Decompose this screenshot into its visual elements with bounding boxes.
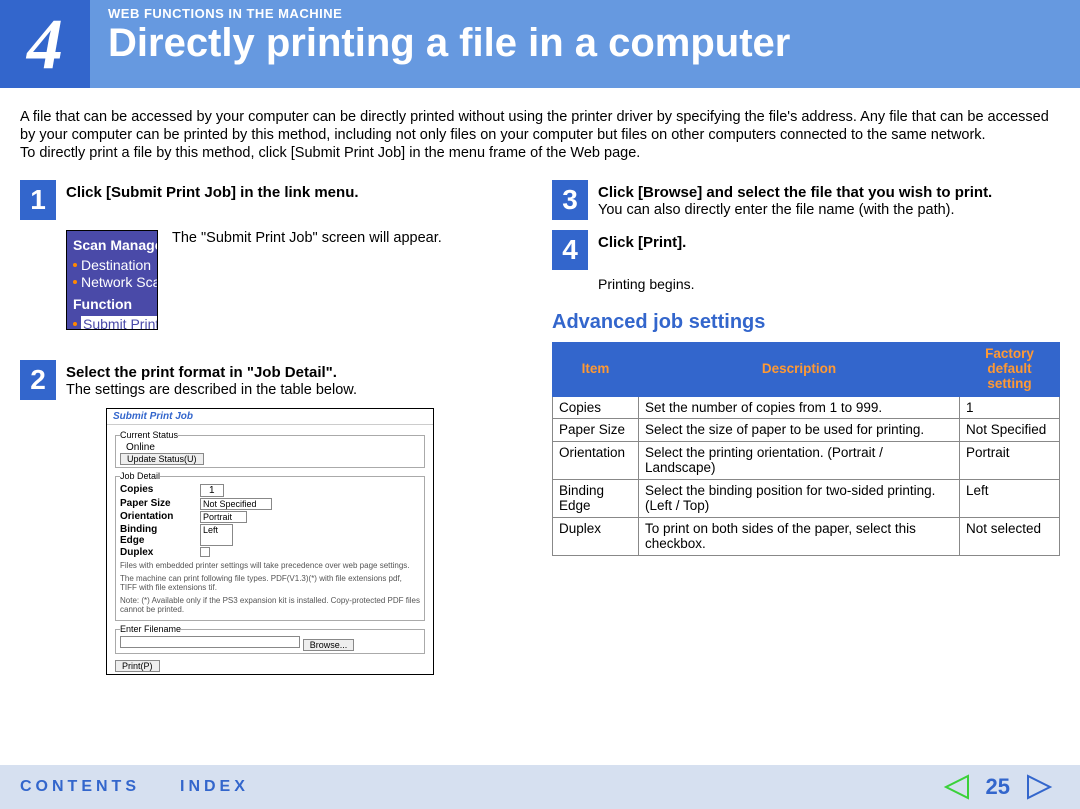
thumbnail-submit-print-job: Submit Print Job Current Status Online U… — [106, 408, 434, 675]
footer-bar: CONTENTS INDEX 25 — [0, 765, 1080, 809]
step-1: 1 Click [Submit Print Job] in the link m… — [20, 180, 520, 220]
intro-paragraph: A file that can be accessed by your comp… — [20, 108, 1060, 162]
page-title: Directly printing a file in a computer — [108, 21, 790, 66]
step-4: 4 Click [Print]. — [552, 230, 1060, 270]
contents-link[interactable]: CONTENTS — [20, 778, 140, 796]
chapter-header: 4 WEB FUNCTIONS IN THE MACHINE Directly … — [0, 0, 1080, 88]
thumb2-online: Online — [120, 442, 420, 453]
thumb2-current-status: Current Status — [120, 430, 178, 440]
step-2: 2 Select the print format in "Job Detail… — [20, 360, 520, 400]
thumb2-update-status: Update Status(U) — [120, 453, 204, 465]
step-title-1: Click [Submit Print Job] in the link men… — [66, 180, 359, 202]
prev-page-arrow-icon[interactable] — [942, 774, 972, 800]
thumb2-papersize-value: Not Specified — [200, 498, 272, 510]
thumb2-browse: Browse... — [303, 639, 355, 651]
page-number: 25 — [986, 774, 1010, 800]
thumb2-enter-filename: Enter Filename — [120, 624, 181, 634]
thumb-submit-print-job: Submit Print Job — [81, 316, 158, 330]
settings-table: Item Description Factory default setting… — [552, 342, 1060, 556]
thumbnail-link-menu: Scan Management Destination Network Scan… — [66, 230, 158, 330]
th-desc: Description — [639, 343, 960, 397]
step-3: 3 Click [Browse] and select the file tha… — [552, 180, 1060, 220]
thumb2-note3: Note: (*) Available only if the PS3 expa… — [120, 597, 420, 615]
step-body-2: The settings are described in the table … — [66, 382, 357, 398]
thumb2-note2: The machine can print following file typ… — [120, 575, 420, 593]
thumb-function: Function — [73, 296, 158, 312]
table-row: Paper SizeSelect the size of paper to be… — [553, 419, 1060, 442]
thumb2-orientation-value: Portrait — [200, 511, 247, 523]
thumb2-note1: Files with embedded printer settings wil… — [120, 562, 420, 571]
step-number-2: 2 — [20, 360, 56, 400]
table-row: DuplexTo print on both sides of the pape… — [553, 517, 1060, 555]
thumb2-papersize-label: Paper Size — [120, 498, 180, 510]
thumb2-duplex-label: Duplex — [120, 547, 180, 558]
thumb2-binding-label: Binding Edge — [120, 524, 180, 546]
thumb2-duplex-check — [200, 547, 210, 557]
step-number-1: 1 — [20, 180, 56, 220]
thumb2-copies-value: 1 — [200, 484, 224, 497]
step-title-2: Select the print format in "Job Detail". — [66, 360, 357, 382]
thumb2-copies-label: Copies — [120, 484, 180, 497]
chapter-number: 4 — [27, 3, 63, 86]
thumb2-binding-value: Left — [200, 524, 233, 546]
th-factory: Factory default setting — [960, 343, 1060, 397]
section-label: WEB FUNCTIONS IN THE MACHINE — [108, 6, 790, 21]
header-text: WEB FUNCTIONS IN THE MACHINE Directly pr… — [90, 0, 790, 88]
step-number-4: 4 — [552, 230, 588, 270]
table-row: Binding EdgeSelect the binding position … — [553, 479, 1060, 517]
step-number-3: 3 — [552, 180, 588, 220]
thumb-network-scanning: Network Scanning — [81, 274, 158, 290]
step-body-3: You can also directly enter the file nam… — [598, 202, 992, 218]
step-body-1: The "Submit Print Job" screen will appea… — [172, 230, 442, 246]
th-item: Item — [553, 343, 639, 397]
chapter-number-box: 4 — [0, 0, 90, 88]
thumb2-job-detail: Job Detail — [120, 471, 160, 481]
next-page-arrow-icon[interactable] — [1024, 774, 1054, 800]
thumb-destination: Destination — [81, 257, 151, 273]
thumbnail-link-menu-content: Scan Management Destination Network Scan… — [67, 231, 158, 330]
thumb2-orientation-label: Orientation — [120, 511, 180, 523]
table-row: OrientationSelect the printing orientati… — [553, 441, 1060, 479]
step-title-3: Click [Browse] and select the file that … — [598, 180, 992, 202]
index-link[interactable]: INDEX — [180, 778, 249, 796]
step-title-4: Click [Print]. — [598, 230, 686, 252]
thumb2-title: Submit Print Job — [107, 409, 433, 425]
thumb2-filename-input — [120, 636, 300, 648]
step-body-4: Printing begins. — [598, 276, 1060, 293]
thumb-scan-mgmt: Scan Management — [73, 237, 158, 253]
advanced-settings-heading: Advanced job settings — [552, 311, 1060, 334]
table-row: CopiesSet the number of copies from 1 to… — [553, 396, 1060, 419]
thumb2-print: Print(P) — [115, 660, 160, 672]
